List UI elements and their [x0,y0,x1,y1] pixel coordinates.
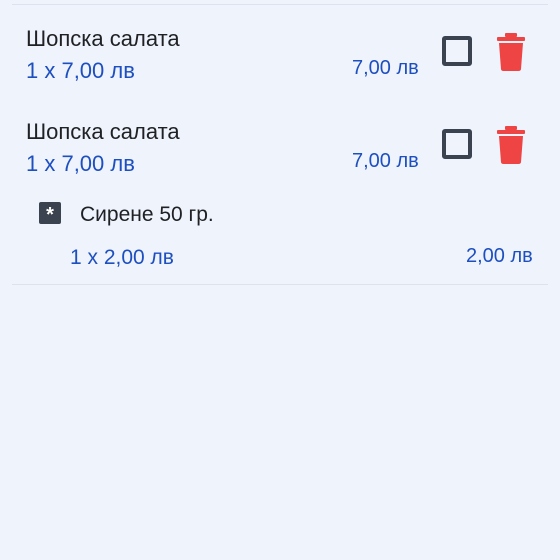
modifier-quantity-price: 1 x 2,00 лв [70,246,174,269]
modifier-name: Сирене 50 гр. [80,203,214,226]
asterisk-icon: * [39,202,61,224]
item-total: 7,00 лв [352,57,419,79]
trash-icon[interactable] [496,33,526,71]
item-quantity-price: 1 x 7,00 лв [26,151,135,176]
checkbox-icon[interactable] [442,129,472,159]
item-name: Шопска салата [26,119,180,144]
modifier-total: 2,00 лв [466,245,533,267]
item-quantity-price: 1 x 7,00 лв [26,58,135,83]
top-divider [12,4,548,5]
item-total: 7,00 лв [352,150,419,172]
trash-icon[interactable] [496,126,526,164]
bottom-divider [12,284,548,285]
checkbox-icon[interactable] [442,36,472,66]
item-name: Шопска салата [26,26,180,51]
